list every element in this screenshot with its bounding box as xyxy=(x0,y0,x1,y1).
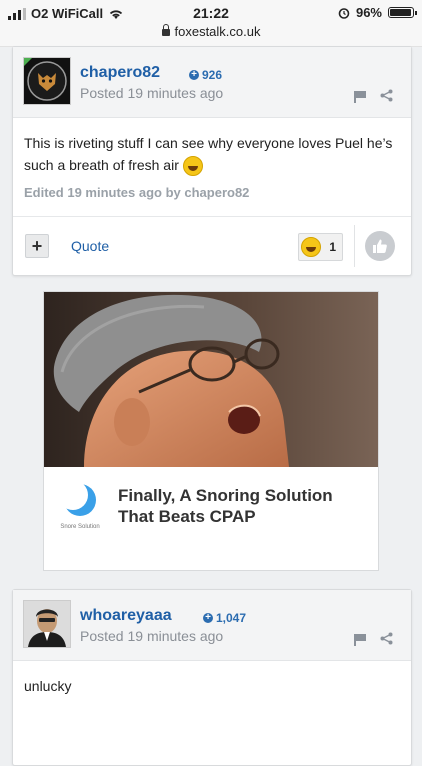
address-bar[interactable]: foxestalk.co.uk xyxy=(0,24,422,39)
brand-name: Snore Solution xyxy=(60,524,100,530)
status-bar: O2 WiFiCall 21:22 foxestalk.co.uk 96% xyxy=(0,0,422,47)
post-card: chapero82 +926 Posted 19 minutes ago Thi… xyxy=(12,46,412,276)
reputation-badge: +926 xyxy=(189,68,222,82)
alarm-icon xyxy=(338,7,350,19)
avatar[interactable] xyxy=(23,600,71,648)
share-icon[interactable] xyxy=(380,89,393,102)
flag-icon[interactable] xyxy=(354,90,366,103)
divider xyxy=(354,225,355,267)
laughing-emoji-icon xyxy=(182,156,203,177)
ad-caption[interactable]: Snore Solution Finally, A Snoring Soluti… xyxy=(44,467,378,570)
like-button[interactable] xyxy=(365,231,395,261)
flag-icon[interactable] xyxy=(354,633,366,646)
advertisement[interactable]: Snore Solution Finally, A Snoring Soluti… xyxy=(43,291,379,571)
ad-image[interactable] xyxy=(44,292,378,467)
brand-logo: Snore Solution xyxy=(58,480,100,539)
battery-percent: 96% xyxy=(355,5,382,20)
post-text: This is riveting stuff I can see why eve… xyxy=(24,135,393,173)
multiquote-button[interactable]: + xyxy=(25,234,49,258)
post-card: whoareyaaa +1,047 Posted 19 minutes ago … xyxy=(12,589,412,766)
post-content: unlucky xyxy=(13,661,411,697)
reputation-count: 1,047 xyxy=(216,611,247,625)
post-header: whoareyaaa +1,047 Posted 19 minutes ago xyxy=(13,590,411,661)
quote-button[interactable]: Quote xyxy=(71,238,109,254)
reaction-summary[interactable]: 1 xyxy=(298,233,343,261)
share-icon[interactable] xyxy=(380,632,393,645)
author-name[interactable]: chapero82 xyxy=(80,64,160,82)
moon-icon xyxy=(58,480,96,516)
post-timestamp[interactable]: Posted 19 minutes ago xyxy=(80,85,223,101)
post-text: unlucky xyxy=(24,678,72,694)
post-actions xyxy=(354,632,393,646)
avatar[interactable] xyxy=(23,57,71,105)
reaction-count: 1 xyxy=(329,240,336,254)
url-text: foxestalk.co.uk xyxy=(174,24,261,39)
post-content: This is riveting stuff I can see why eve… xyxy=(13,118,411,204)
thumbs-up-icon xyxy=(373,239,387,253)
ad-title[interactable]: Finally, A Snoring Solution That Beats C… xyxy=(118,485,358,527)
battery-area: 96% xyxy=(338,5,417,20)
reputation-badge: +1,047 xyxy=(203,611,246,625)
reputation-count: 926 xyxy=(202,68,223,82)
laughing-emoji-icon xyxy=(301,237,322,257)
post-header: chapero82 +926 Posted 19 minutes ago xyxy=(13,47,411,118)
post-timestamp[interactable]: Posted 19 minutes ago xyxy=(80,628,223,644)
plus-circle-icon: + xyxy=(203,613,213,623)
battery-icon xyxy=(388,7,417,18)
author-name[interactable]: whoareyaaa xyxy=(80,607,172,625)
post-actions xyxy=(354,89,393,103)
lock-icon xyxy=(161,24,170,36)
edited-note: Edited 19 minutes ago by chapero82 xyxy=(24,185,250,201)
post-footer: + Quote 1 xyxy=(13,216,411,275)
plus-circle-icon: + xyxy=(189,70,199,80)
